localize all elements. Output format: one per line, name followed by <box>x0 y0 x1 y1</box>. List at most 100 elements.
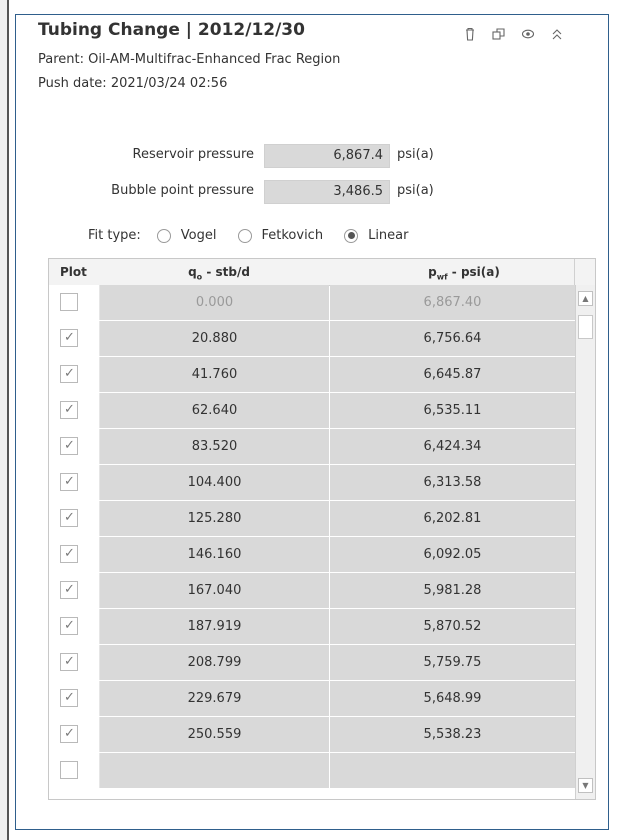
qo-cell[interactable]: 41.760 <box>99 357 329 392</box>
plot-cell: ✓ <box>49 393 99 428</box>
plot-cell: ✓ <box>49 609 99 644</box>
pwf-cell[interactable]: 6,424.34 <box>330 429 575 464</box>
qo-cell[interactable]: 250.559 <box>99 717 329 752</box>
qo-cell[interactable]: 20.880 <box>99 321 329 356</box>
plot-cell <box>49 285 99 320</box>
plot-cell: ✓ <box>49 501 99 536</box>
table-row[interactable]: ✓ 83.520 6,424.34 <box>49 429 575 465</box>
duplicate-icon[interactable] <box>484 24 513 44</box>
plot-checkbox[interactable]: ✓ <box>60 437 78 455</box>
pwf-cell[interactable]: 6,756.64 <box>330 321 575 356</box>
qo-cell[interactable]: 208.799 <box>99 645 329 680</box>
scroll-thumb[interactable] <box>578 315 593 339</box>
pwf-cell[interactable]: 6,092.05 <box>330 537 575 572</box>
table-row[interactable]: ✓ 229.679 5,648.99 <box>49 681 575 717</box>
fit-type-group: Fit type: Vogel Fetkovich Linear <box>88 228 429 243</box>
pwf-cell[interactable]: 6,202.81 <box>330 501 575 536</box>
window-edge <box>0 0 9 840</box>
table-row[interactable]: ✓ 146.160 6,092.05 <box>49 537 575 573</box>
table-header: Plot qo - stb/d pwf - psi(a) <box>49 259 595 286</box>
qo-cell[interactable]: 167.040 <box>99 573 329 608</box>
table-row[interactable]: ✓ 167.040 5,981.28 <box>49 573 575 609</box>
radio-circle[interactable] <box>156 228 171 243</box>
qo-cell[interactable]: 146.160 <box>99 537 329 572</box>
pwf-cell[interactable]: 5,648.99 <box>330 681 575 716</box>
scroll-up-arrow-icon[interactable]: ▲ <box>578 291 593 306</box>
header-pwf[interactable]: pwf - psi(a) <box>379 259 549 285</box>
plot-cell: ✓ <box>49 573 99 608</box>
table-row[interactable]: ✓ 187.919 5,870.52 <box>49 609 575 645</box>
plot-checkbox[interactable]: ✓ <box>60 365 78 383</box>
table-row[interactable]: 0.000 6,867.40 <box>49 285 575 321</box>
table-row[interactable]: ✓ 20.880 6,756.64 <box>49 321 575 357</box>
bubble-point-pressure-field[interactable]: 3,486.5 <box>264 180 390 204</box>
push-date-label: Push date: 2021/03/24 02:56 <box>38 76 228 91</box>
qo-cell[interactable]: 62.640 <box>99 393 329 428</box>
table-row[interactable]: ✓ 250.559 5,538.23 <box>49 717 575 753</box>
radio-dot <box>347 232 355 239</box>
qo-cell[interactable]: 0.000 <box>99 285 329 320</box>
qo-cell[interactable]: 229.679 <box>99 681 329 716</box>
pwf-cell[interactable]: 6,535.11 <box>330 393 575 428</box>
qo-cell[interactable]: 187.919 <box>99 609 329 644</box>
fit-type-label: Fit type: <box>88 228 141 243</box>
plot-checkbox[interactable]: ✓ <box>60 401 78 419</box>
table-body: 0.000 6,867.40 ✓ 20.880 6,756.64 ✓ 41.760 6,645… <box>49 285 575 789</box>
header-actions <box>455 24 571 44</box>
table-row[interactable] <box>49 753 575 789</box>
plot-checkbox[interactable]: ✓ <box>60 473 78 491</box>
pwf-cell[interactable]: 5,981.28 <box>330 573 575 608</box>
fit-option-vogel[interactable]: Vogel <box>156 228 217 243</box>
collapse-chevrons-icon[interactable] <box>542 24 571 44</box>
radio-label: Fetkovich <box>261 228 324 243</box>
plot-checkbox[interactable]: ✓ <box>60 689 78 707</box>
radio-circle-selected[interactable] <box>344 228 359 243</box>
reservoir-pressure-field[interactable]: 6,867.4 <box>264 144 390 168</box>
table-row[interactable]: ✓ 41.760 6,645.87 <box>49 357 575 393</box>
qo-cell[interactable]: 125.280 <box>99 501 329 536</box>
pwf-cell[interactable]: 6,313.58 <box>330 465 575 500</box>
fit-option-linear[interactable]: Linear <box>344 228 408 243</box>
checkmark-icon: ✓ <box>64 330 75 345</box>
scroll-down-arrow-icon[interactable]: ▼ <box>578 778 593 793</box>
qo-cell[interactable]: 104.400 <box>99 465 329 500</box>
table-scrollbar[interactable]: ▲ ▼ <box>575 285 595 799</box>
radio-circle[interactable] <box>237 228 252 243</box>
pwf-cell[interactable]: 5,538.23 <box>330 717 575 752</box>
checkmark-icon: ✓ <box>64 402 75 417</box>
card-title: Tubing Change | 2012/12/30 <box>38 20 305 40</box>
plot-checkbox[interactable]: ✓ <box>60 545 78 563</box>
plot-cell <box>49 753 99 788</box>
pwf-cell[interactable] <box>330 753 575 788</box>
table-row[interactable]: ✓ 62.640 6,535.11 <box>49 393 575 429</box>
plot-checkbox[interactable]: ✓ <box>60 725 78 743</box>
pwf-cell[interactable]: 5,759.75 <box>330 645 575 680</box>
qo-cell[interactable] <box>99 753 329 788</box>
plot-checkbox[interactable] <box>60 761 78 779</box>
qo-cell[interactable]: 83.520 <box>99 429 329 464</box>
reservoir-pressure-label: Reservoir pressure <box>132 147 254 162</box>
pwf-cell[interactable]: 6,645.87 <box>330 357 575 392</box>
plot-checkbox[interactable]: ✓ <box>60 653 78 671</box>
checkmark-icon: ✓ <box>64 654 75 669</box>
plot-checkbox[interactable]: ✓ <box>60 329 78 347</box>
table-row[interactable]: ✓ 104.400 6,313.58 <box>49 465 575 501</box>
plot-cell: ✓ <box>49 321 99 356</box>
plot-checkbox[interactable]: ✓ <box>60 617 78 635</box>
pwf-cell[interactable]: 6,867.40 <box>330 285 575 320</box>
plot-checkbox[interactable]: ✓ <box>60 581 78 599</box>
plot-cell: ✓ <box>49 645 99 680</box>
header-qo[interactable]: qo - stb/d <box>49 259 389 285</box>
pwf-cell[interactable]: 5,870.52 <box>330 609 575 644</box>
plot-checkbox[interactable] <box>60 293 78 311</box>
table-row[interactable]: ✓ 208.799 5,759.75 <box>49 645 575 681</box>
checkmark-icon: ✓ <box>64 510 75 525</box>
plot-cell: ✓ <box>49 357 99 392</box>
eye-icon[interactable] <box>513 24 542 44</box>
fit-option-fetkovich[interactable]: Fetkovich <box>237 228 324 243</box>
plot-checkbox[interactable]: ✓ <box>60 509 78 527</box>
ipr-table: Plot qo - stb/d pwf - psi(a) 0.000 6,867.… <box>48 258 596 800</box>
checkmark-icon: ✓ <box>64 546 75 561</box>
trash-icon[interactable] <box>455 24 484 44</box>
table-row[interactable]: ✓ 125.280 6,202.81 <box>49 501 575 537</box>
